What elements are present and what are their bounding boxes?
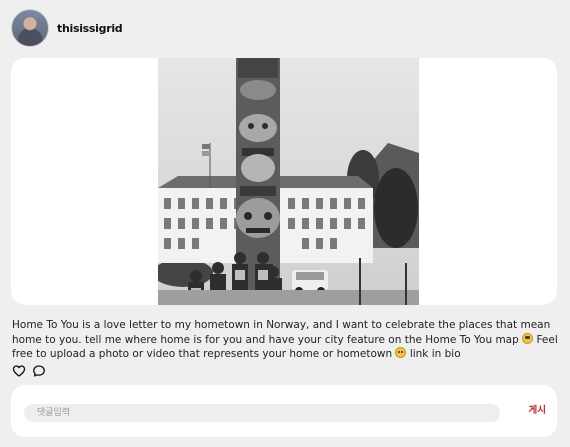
post-header: thisissigrid xyxy=(11,9,123,47)
post-actions xyxy=(12,364,46,378)
username[interactable]: thisissigrid xyxy=(57,22,123,35)
caption-text-1: Home To You is a love letter to my homet… xyxy=(12,319,551,346)
comment-box: 게시 xyxy=(11,385,557,437)
comment-input[interactable] xyxy=(24,404,500,422)
post-photo-image xyxy=(158,58,419,305)
post-card xyxy=(11,58,557,305)
heart-eyes-emoji-icon xyxy=(395,347,407,358)
smiling-glasses-emoji-icon xyxy=(522,332,534,344)
post-comment-button[interactable]: 게시 xyxy=(529,402,546,416)
avatar[interactable] xyxy=(11,9,49,47)
caption-text-3: link in bio xyxy=(409,348,461,360)
post-caption: Home To You is a love letter to my homet… xyxy=(12,318,560,362)
heart-icon[interactable] xyxy=(12,364,26,378)
comment-bubble-icon[interactable] xyxy=(32,364,46,378)
post-photo[interactable] xyxy=(158,58,419,305)
